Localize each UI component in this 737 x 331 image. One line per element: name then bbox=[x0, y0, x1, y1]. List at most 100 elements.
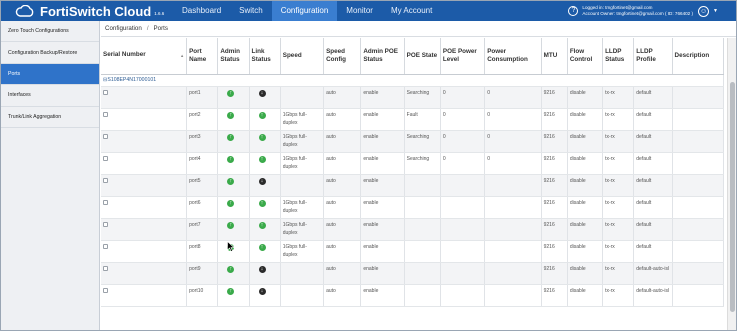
table-row[interactable]: port4 ↑ ↑ 1Gbps full-duplex auto enable Search… bbox=[101, 152, 725, 175]
table-row[interactable]: port9 ↑ ↓ auto enable 9216 disable tx-rx default… bbox=[101, 262, 725, 285]
sort-icon[interactable]: ▲ bbox=[180, 52, 184, 60]
row-checkbox[interactable] bbox=[103, 243, 108, 249]
cell-lldp-profile: default bbox=[633, 152, 673, 175]
cell-port: port3 bbox=[186, 130, 219, 153]
cell-mtu: 9216 bbox=[541, 284, 568, 307]
col-description[interactable]: Description bbox=[672, 38, 725, 75]
table-row[interactable]: port7 ↑ ↑ 1Gbps full-duplex auto enable 9216 di… bbox=[101, 218, 725, 241]
col-lldp-status[interactable]: LLDP Status bbox=[602, 38, 635, 75]
switch-group-cell[interactable]: ⊟S108EP4N17000101 bbox=[101, 74, 724, 87]
table-row[interactable]: port1 ↑ ↓ auto enable Searching 0 0 9216 disable t… bbox=[101, 86, 725, 109]
col-speed[interactable]: Speed bbox=[280, 38, 325, 75]
row-select-cell bbox=[101, 86, 188, 109]
cell-speed-config: auto bbox=[323, 152, 362, 175]
nav-switch[interactable]: Switch bbox=[230, 1, 272, 21]
switch-group-row[interactable]: ⊟S108EP4N17000101 bbox=[101, 74, 724, 87]
col-admin-poe-status[interactable]: Admin POE Status bbox=[360, 38, 405, 75]
cell-link-status: ↓ bbox=[249, 262, 281, 285]
logo[interactable]: FortiSwitch Cloud 1.6.6 bbox=[15, 4, 167, 19]
cell-speed: 1Gbps full-duplex bbox=[280, 240, 325, 263]
cell-poe-level bbox=[440, 218, 486, 241]
question-icon[interactable]: ? bbox=[568, 6, 579, 16]
account-owner-text: Account Owner: tmgfortinet@gmail.com ( I… bbox=[582, 11, 694, 16]
sidebar-item-interfaces[interactable]: Interfaces bbox=[1, 85, 99, 107]
row-checkbox[interactable] bbox=[103, 265, 108, 271]
col-mtu[interactable]: MTU bbox=[541, 38, 568, 75]
cell-admin-status: ↑ bbox=[217, 86, 250, 109]
arrow-up-circle-icon: ↑ bbox=[227, 111, 235, 119]
cell-speed-config: auto bbox=[323, 196, 362, 219]
cell-port: port6 bbox=[186, 196, 219, 219]
table-row[interactable]: port3 ↑ ↑ 1Gbps full-duplex auto enable Search… bbox=[101, 130, 725, 153]
col-link-status[interactable]: Link Status bbox=[249, 38, 281, 75]
cell-lldp-profile: default bbox=[633, 240, 673, 263]
col-poe-state[interactable]: POE State bbox=[404, 38, 441, 75]
table-row[interactable]: port10 ↑ ↓ auto enable 9216 disable tx-rx defaul… bbox=[101, 284, 725, 307]
cell-power bbox=[484, 218, 542, 241]
cell-admin-status: ↑ bbox=[217, 284, 250, 307]
nav-dashboard[interactable]: Dashboard bbox=[173, 1, 230, 21]
sidebar-item-config-backup[interactable]: Configuration Backup/Restore bbox=[1, 42, 99, 64]
row-checkbox[interactable] bbox=[103, 199, 108, 205]
row-checkbox[interactable] bbox=[103, 287, 108, 293]
nav-my-account[interactable]: My Account bbox=[382, 1, 441, 21]
col-power-consumption[interactable]: Power Consumption bbox=[484, 38, 542, 75]
nav-monitor[interactable]: Monitor bbox=[337, 1, 382, 21]
table-row[interactable]: port8↑↑1Gbps full-duplexautoenable9216di… bbox=[101, 240, 725, 263]
row-checkbox[interactable] bbox=[103, 111, 108, 117]
cell-admin-poe: enable bbox=[360, 86, 405, 109]
col-speed-config[interactable]: Speed Config bbox=[323, 38, 362, 75]
row-checkbox[interactable] bbox=[103, 155, 108, 161]
col-admin-status[interactable]: Admin Status bbox=[217, 38, 250, 75]
row-checkbox[interactable] bbox=[103, 89, 108, 95]
arrow-down-circle-icon: ↓ bbox=[258, 89, 266, 97]
col-poe-power-level[interactable]: POE Power Level bbox=[440, 38, 486, 75]
cell-poe-level bbox=[440, 174, 486, 197]
table-row[interactable]: port2 ↑ ↑ 1Gbps full-duplex auto enable Fault 0… bbox=[101, 108, 725, 131]
row-select-cell bbox=[101, 262, 188, 285]
cell-admin-status: ↑ bbox=[217, 152, 250, 175]
cell-speed: 1Gbps full-duplex bbox=[280, 108, 325, 131]
breadcrumb-parent[interactable]: Configuration bbox=[105, 25, 142, 32]
cell-port: port7 bbox=[186, 218, 219, 241]
sidebar-item-trunk[interactable]: Trunk/Link Aggregation bbox=[1, 107, 99, 128]
row-checkbox[interactable] bbox=[103, 221, 108, 227]
cell-poe-level bbox=[440, 284, 486, 307]
row-select-cell bbox=[101, 130, 188, 153]
ports-table: Serial Number ▲ Port Name Admin Status Li… bbox=[101, 38, 725, 307]
table-row[interactable]: port5 ↑ ↓ auto enable 9216 disable tx-rx default bbox=[101, 174, 725, 197]
row-select-cell bbox=[101, 284, 188, 307]
cell-lldp-status: tx-rx bbox=[602, 152, 635, 175]
nav-configuration[interactable]: Configuration bbox=[271, 1, 338, 21]
col-port-name[interactable]: Port Name bbox=[186, 38, 219, 75]
sidebar-item-zero-touch[interactable]: Zero Touch Configurations bbox=[1, 21, 99, 43]
arrow-up-circle-icon: ↑ bbox=[227, 155, 235, 163]
sidebar-item-ports[interactable]: Ports bbox=[1, 63, 99, 86]
account-info: Logged in: tmgfortinet@gmail.com Account… bbox=[582, 5, 693, 17]
breadcrumb-current: Ports bbox=[153, 25, 168, 32]
cell-description bbox=[672, 174, 725, 197]
scrollbar-thumb[interactable] bbox=[730, 82, 735, 312]
row-checkbox[interactable] bbox=[103, 133, 108, 139]
row-checkbox[interactable] bbox=[103, 177, 108, 183]
vertical-scrollbar[interactable] bbox=[727, 38, 736, 330]
arrow-up-circle-icon: ↑ bbox=[258, 199, 266, 207]
arrow-down-circle-icon: ↓ bbox=[258, 287, 266, 295]
arrow-up-circle-icon: ↑ bbox=[227, 221, 235, 229]
col-serial-number[interactable]: Serial Number ▲ bbox=[101, 38, 188, 75]
arrow-up-circle-icon: ↑ bbox=[258, 155, 266, 163]
cell-speed bbox=[280, 262, 325, 285]
user-circle-icon[interactable]: ☺ bbox=[698, 5, 710, 17]
main-content: Configuration / Ports Serial Number ▲ Por… bbox=[101, 21, 736, 330]
cell-speed bbox=[280, 284, 325, 307]
cell-flow: disable bbox=[567, 240, 604, 263]
col-lldp-profile[interactable]: LLDP Profile bbox=[633, 38, 673, 75]
col-flow-control[interactable]: Flow Control bbox=[567, 38, 604, 75]
arrow-down-circle-icon: ↓ bbox=[258, 265, 266, 273]
table-row[interactable]: port6 ↑ ↑ 1Gbps full-duplex auto enable 9216 di… bbox=[101, 196, 725, 219]
cell-power bbox=[484, 174, 542, 197]
cell-poe-state: Fault bbox=[404, 108, 441, 131]
cell-mtu: 9216 bbox=[541, 174, 568, 197]
chevron-down-icon[interactable]: ▼ bbox=[713, 8, 718, 14]
cell-lldp-status: tx-rx bbox=[602, 196, 635, 219]
